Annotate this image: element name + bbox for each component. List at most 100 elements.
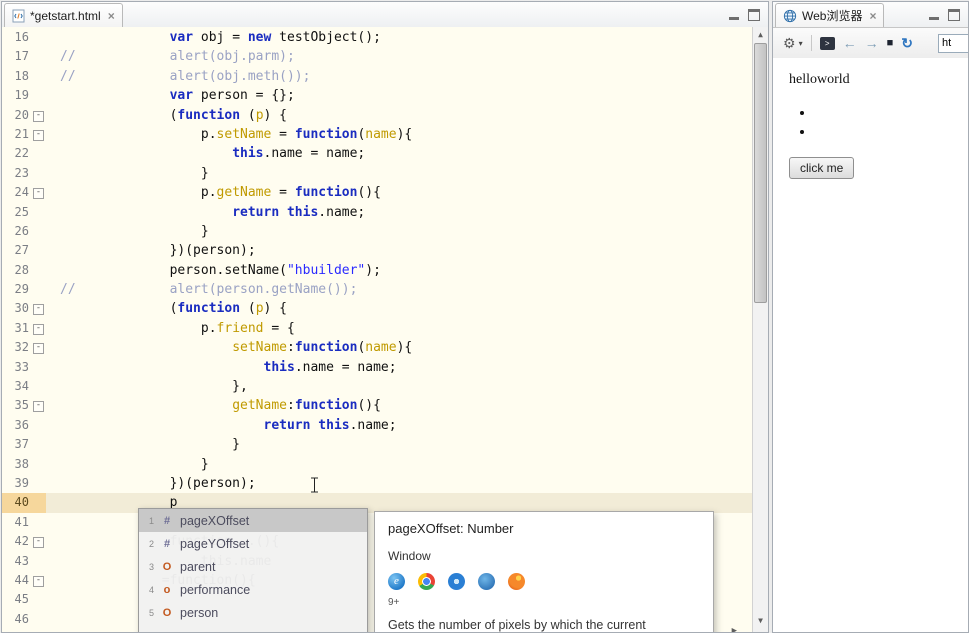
line-number[interactable]: 32 <box>2 338 29 357</box>
refresh-icon[interactable]: ↻ <box>901 35 913 52</box>
code-line[interactable]: 22 this.name = name; <box>2 144 753 163</box>
back-icon[interactable]: ← <box>843 35 857 51</box>
url-input[interactable] <box>938 33 968 53</box>
fold-gutter[interactable]: - <box>29 532 46 551</box>
line-number[interactable]: 31 <box>2 319 29 338</box>
line-number[interactable]: 43 <box>2 552 29 571</box>
minimize-icon[interactable] <box>929 11 939 20</box>
fold-gutter[interactable]: - <box>29 571 46 590</box>
line-number[interactable]: 40 <box>2 493 29 513</box>
line-number[interactable]: 21 <box>2 125 29 144</box>
line-number[interactable]: 45 <box>2 590 29 609</box>
code-line[interactable]: 30- (function (p) { <box>2 299 753 318</box>
code-line[interactable]: 27 })(person); <box>2 241 753 260</box>
fold-gutter[interactable]: - <box>29 125 46 144</box>
code-line[interactable]: 16 var obj = new testObject(); <box>2 28 753 47</box>
line-number[interactable]: 28 <box>2 261 29 280</box>
fold-marker-icon[interactable]: - <box>33 129 44 141</box>
fold-marker-icon[interactable]: - <box>33 575 44 587</box>
maximize-icon[interactable] <box>948 9 960 21</box>
line-number[interactable]: 23 <box>2 164 29 183</box>
code-line[interactable]: 28 person.setName("hbuilder"); <box>2 261 753 280</box>
line-number[interactable]: 27 <box>2 241 29 260</box>
vertical-scrollbar[interactable]: ▲ ▼ <box>752 27 768 632</box>
code-line[interactable]: 20- (function (p) { <box>2 106 753 125</box>
scroll-right-arrow[interactable]: ▶ <box>732 626 737 632</box>
line-number[interactable]: 22 <box>2 144 29 163</box>
line-number[interactable]: 29 <box>2 280 29 299</box>
scroll-down-arrow[interactable]: ▼ <box>753 614 768 628</box>
line-number[interactable]: 36 <box>2 416 29 435</box>
code-line[interactable]: 36 return this.name; <box>2 416 753 435</box>
fold-marker-icon[interactable]: - <box>33 188 44 200</box>
code-line[interactable]: 37 } <box>2 435 753 454</box>
fold-gutter[interactable]: - <box>29 299 46 318</box>
code-line[interactable]: 35- getName:function(){ <box>2 396 753 415</box>
browser-tab[interactable]: Web浏览器 × <box>775 3 885 27</box>
fold-marker-icon[interactable]: - <box>33 323 44 335</box>
scroll-up-arrow[interactable]: ▲ <box>753 28 768 42</box>
line-number[interactable]: 33 <box>2 358 29 377</box>
editor-tab-getstart[interactable]: *getstart.html × <box>4 3 123 27</box>
console-icon[interactable]: > <box>819 36 835 50</box>
autocomplete-item[interactable]: 1 # pageXOffset <box>139 509 367 532</box>
stop-icon[interactable]: ■ <box>887 37 894 49</box>
code-line[interactable]: 38 } <box>2 455 753 474</box>
code-line[interactable]: 21- p.setName = function(name){ <box>2 125 753 144</box>
line-number[interactable]: 37 <box>2 435 29 454</box>
scrollbar-thumb[interactable] <box>754 43 767 303</box>
line-number[interactable]: 30 <box>2 299 29 318</box>
fold-gutter[interactable]: - <box>29 183 46 202</box>
code-line[interactable]: 23 } <box>2 164 753 183</box>
autocomplete-item[interactable]: 3 Oparent <box>139 555 367 578</box>
dropdown-caret-icon[interactable]: ▾ <box>799 39 803 48</box>
line-number[interactable]: 44 <box>2 571 29 590</box>
code-line[interactable]: 18 // alert(obj.meth()); <box>2 67 753 86</box>
code-line[interactable]: 31- p.friend = { <box>2 319 753 338</box>
line-number[interactable]: 18 <box>2 67 29 86</box>
fold-marker-icon[interactable]: - <box>33 110 44 122</box>
fold-marker-icon[interactable]: - <box>33 304 44 316</box>
code-line[interactable]: 25 return this.name; <box>2 203 753 222</box>
line-number[interactable]: 42 <box>2 532 29 551</box>
code-line[interactable]: 40 p <box>2 493 753 513</box>
code-line[interactable]: 33 this.name = name; <box>2 358 753 377</box>
code-editor[interactable]: 16 var obj = new testObject(); 17// alert… <box>2 27 768 632</box>
close-tab-icon[interactable]: × <box>108 9 115 23</box>
code-line[interactable]: 24- p.getName = function(){ <box>2 183 753 202</box>
maximize-icon[interactable] <box>748 9 760 21</box>
autocomplete-item[interactable]: 5 Operson <box>139 601 367 624</box>
code-line[interactable]: 34 }, <box>2 377 753 396</box>
autocomplete-item[interactable]: 4 o performance <box>139 578 367 601</box>
click-me-button[interactable]: click me <box>789 157 855 179</box>
line-number[interactable]: 46 <box>2 610 29 629</box>
fold-marker-icon[interactable]: - <box>33 537 44 549</box>
line-number[interactable]: 25 <box>2 203 29 222</box>
autocomplete-item[interactable]: 2 # pageYOffset <box>139 532 367 555</box>
code-line[interactable]: 32- setName:function(name){ <box>2 338 753 357</box>
settings-gear-icon[interactable]: ⚙ <box>783 35 796 52</box>
fold-gutter[interactable]: - <box>29 396 46 415</box>
line-number[interactable]: 24 <box>2 183 29 202</box>
forward-icon[interactable]: → <box>865 35 879 51</box>
line-number[interactable]: 38 <box>2 455 29 474</box>
line-number[interactable]: 35 <box>2 396 29 415</box>
line-number[interactable]: 20 <box>2 106 29 125</box>
code-line[interactable]: 26 } <box>2 222 753 241</box>
line-number[interactable]: 19 <box>2 86 29 105</box>
code-line[interactable]: 17 // alert(obj.parm); <box>2 47 753 66</box>
line-number[interactable]: 41 <box>2 513 29 532</box>
fold-gutter[interactable]: - <box>29 338 46 357</box>
code-line[interactable]: 29 // alert(person.getName()); <box>2 280 753 299</box>
line-number[interactable]: 16 <box>2 28 29 47</box>
fold-gutter[interactable]: - <box>29 319 46 338</box>
code-line[interactable]: 19 var person = {}; <box>2 86 753 105</box>
fold-marker-icon[interactable]: - <box>33 343 44 355</box>
minimize-icon[interactable] <box>729 11 739 20</box>
fold-marker-icon[interactable]: - <box>33 401 44 413</box>
line-number[interactable]: 26 <box>2 222 29 241</box>
line-number[interactable]: 39 <box>2 474 29 493</box>
fold-gutter[interactable]: - <box>29 106 46 125</box>
line-number[interactable]: 17 <box>2 47 29 66</box>
close-tab-icon[interactable]: × <box>869 9 876 23</box>
